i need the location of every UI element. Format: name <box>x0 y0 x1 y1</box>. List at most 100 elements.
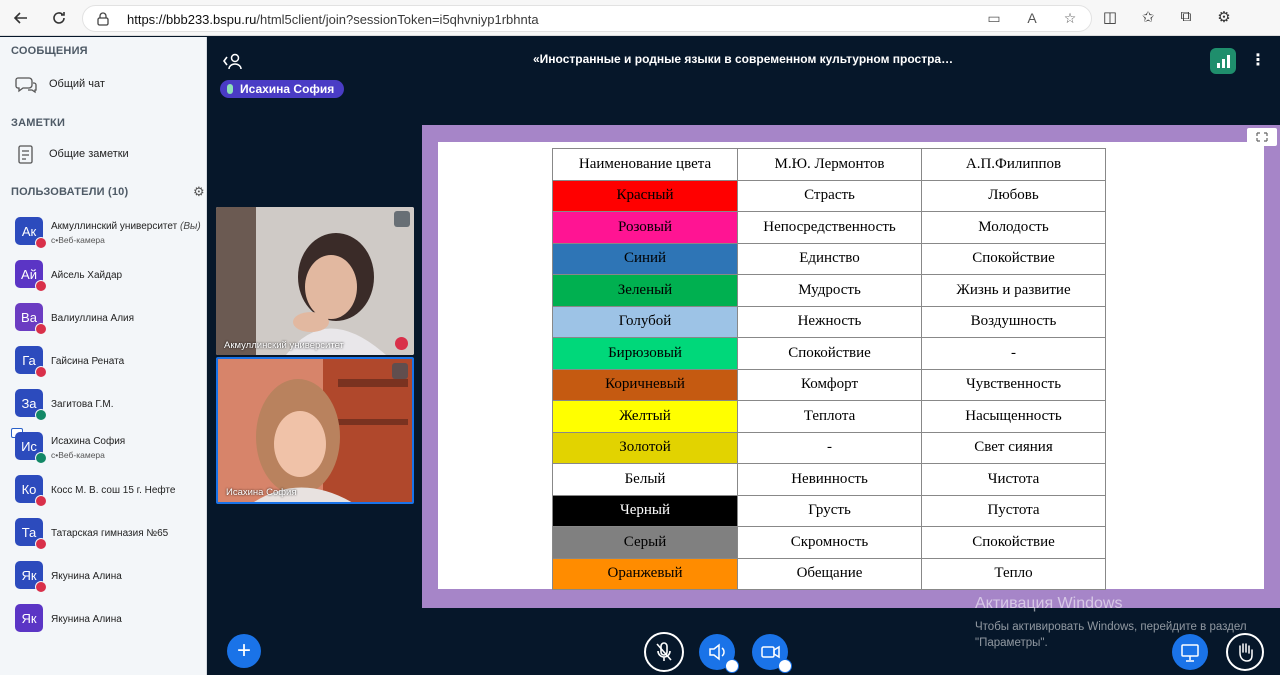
notes-section-title: ЗАМЕТКИ <box>11 117 66 129</box>
user-list-item[interactable]: Га Гайсина Рената <box>0 342 206 384</box>
notes-icon <box>14 143 38 167</box>
table-cell: Спокойствие <box>737 337 922 370</box>
address-bar[interactable]: https://bbb233.bspu.ru/html5client/join?… <box>82 5 1092 32</box>
table-row: Черный Грусть Пустота <box>552 494 1106 527</box>
webcam-caption: Исахина София <box>226 487 297 498</box>
video-popout-icon[interactable]: ▭ <box>983 10 1005 27</box>
color-name-cell: Зеленый <box>552 274 738 307</box>
table-cell: Тепло <box>921 557 1106 590</box>
color-name-cell: Голубой <box>552 305 738 338</box>
user-name: Якунина Алина <box>51 614 122 625</box>
table-cell: Свет сияния <box>921 431 1106 464</box>
camera-button[interactable] <box>752 634 792 673</box>
public-chat-item[interactable]: Общий чат <box>0 67 206 103</box>
table-cell: Единство <box>737 242 922 275</box>
user-list-item[interactable]: Та Татарская гимназия №65 <box>0 514 206 556</box>
table-cell: Грусть <box>737 494 922 527</box>
fullscreen-icon[interactable] <box>394 211 410 227</box>
avatar: Як <box>15 604 43 632</box>
user-list-item[interactable]: Ва Валиуллина Алия <box>0 299 206 341</box>
main-area: «Иностранные и родные языки в современно… <box>208 37 1280 675</box>
table-cell: Любовь <box>921 179 1106 212</box>
hand-icon <box>1239 643 1253 662</box>
table-row: Голубой Нежность Воздушность <box>552 305 1106 338</box>
table-cell: Невинность <box>737 463 922 496</box>
mic-on-icon <box>35 452 47 464</box>
table-row: Белый Невинность Чистота <box>552 463 1106 496</box>
table-cell: Молодость <box>921 211 1106 244</box>
mic-muted-icon <box>35 538 47 550</box>
user-name: Гайсина Рената <box>51 356 125 367</box>
chat-icon <box>14 73 38 97</box>
mic-muted-icon <box>35 581 47 593</box>
favorite-star-icon[interactable]: ☆ <box>1059 10 1081 27</box>
left-panel: СООБЩЕНИЯ Общий чат ЗАМЕТКИ Общие заметк… <box>0 37 207 675</box>
raise-hand-button[interactable] <box>1226 633 1264 671</box>
webcam-tile-isakhina[interactable]: Исахина София <box>216 357 414 504</box>
meeting-title: «Иностранные и родные языки в современно… <box>533 52 954 66</box>
mic-on-icon <box>35 409 47 421</box>
connection-status-button[interactable] <box>1210 48 1236 74</box>
mic-muted-icon <box>35 495 47 507</box>
presentation-slide: Наименование цвета М.Ю. Лермонтов А.П.Фи… <box>438 142 1264 590</box>
table-row: Красный Страсть Любовь <box>552 179 1106 212</box>
user-list-item[interactable]: Ис Исахина София с•Веб-камера <box>0 428 206 470</box>
user-name: Исахина София <box>51 436 126 447</box>
webcam-tile-akmulla[interactable]: Акмуллинский университет <box>216 207 414 355</box>
mic-muted-icon <box>35 366 47 378</box>
site-info-icon[interactable] <box>95 11 111 27</box>
actions-plus-button[interactable]: + <box>227 634 261 668</box>
shared-notes-item[interactable]: Общие заметки <box>0 137 206 173</box>
extension-icon[interactable]: ⚙ <box>1214 8 1234 26</box>
color-name-cell: Красный <box>552 179 738 212</box>
user-name: Татарская гимназия №65 <box>51 528 169 539</box>
user-list-item[interactable]: Ак Акмуллинский университет (Вы) с•Веб-кам… <box>0 213 206 255</box>
user-list-item[interactable]: Ай Айсель Хайдар <box>0 256 206 298</box>
table-row: Оранжевый Обещание Тепло <box>552 557 1106 590</box>
color-name-cell: Бирюзовый <box>552 337 738 370</box>
talking-indicator[interactable]: Исахина София <box>220 80 345 98</box>
color-name-cell: Черный <box>552 494 738 527</box>
refresh-icon[interactable] <box>48 7 70 29</box>
toggle-userlist-icon[interactable] <box>222 51 244 71</box>
read-aloud-icon[interactable]: A <box>1021 10 1043 27</box>
user-settings-gear-icon[interactable]: ⚙ <box>193 184 207 199</box>
favorites-icon[interactable]: ✩ <box>1138 8 1158 26</box>
color-name-cell: Серый <box>552 526 738 559</box>
presentation-icon <box>1181 644 1199 662</box>
user-list-item[interactable]: За Загитова Г.М. <box>0 385 206 427</box>
mute-button[interactable] <box>644 632 684 672</box>
user-status: с•Веб-камера <box>51 450 105 460</box>
muted-mic-icon <box>395 337 408 350</box>
audio-button[interactable] <box>699 634 739 673</box>
user-list-item[interactable]: Як Якунина Алина <box>0 600 206 642</box>
muted-microphone-icon <box>656 642 672 661</box>
table-cell: Воздушность <box>921 305 1106 338</box>
color-name-cell: Желтый <box>552 400 738 433</box>
fullscreen-icon[interactable] <box>392 363 408 379</box>
table-header-row: Наименование цвета М.Ю. Лермонтов А.П.Фи… <box>552 148 1106 181</box>
user-list-item[interactable]: Як Якунина Алина <box>0 557 206 599</box>
table-cell: Обещание <box>737 557 922 590</box>
split-screen-icon[interactable]: ◫ <box>1100 8 1120 26</box>
table-cell: Спокойствие <box>921 242 1106 275</box>
user-name: Акмуллинский университет (Вы) <box>51 221 201 232</box>
table-row: Золотой - Свет сияния <box>552 431 1106 464</box>
color-name-cell: Оранжевый <box>552 557 738 590</box>
presentation-toggle-button[interactable] <box>1172 634 1208 670</box>
shared-notes-label: Общие заметки <box>49 148 129 160</box>
table-cell: - <box>737 431 922 464</box>
collections-icon[interactable]: ⧉ <box>1176 8 1196 26</box>
webcam-image <box>218 359 412 502</box>
table-row: Зеленый Мудрость Жизнь и развитие <box>552 274 1106 307</box>
color-name-cell: Розовый <box>552 211 738 244</box>
back-icon[interactable] <box>10 7 32 29</box>
options-menu-icon[interactable]: ⋮ <box>1250 51 1266 71</box>
user-list-item[interactable]: Ко Косс М. В. сош 15 г. Нефте <box>0 471 206 513</box>
user-name: Валиуллина Алия <box>51 313 135 324</box>
webcam-image <box>216 207 414 355</box>
mic-muted-icon <box>35 323 47 335</box>
table-row: Бирюзовый Спокойствие - <box>552 337 1106 370</box>
audio-options-caret[interactable] <box>725 659 739 673</box>
camera-options-caret[interactable] <box>778 659 792 673</box>
